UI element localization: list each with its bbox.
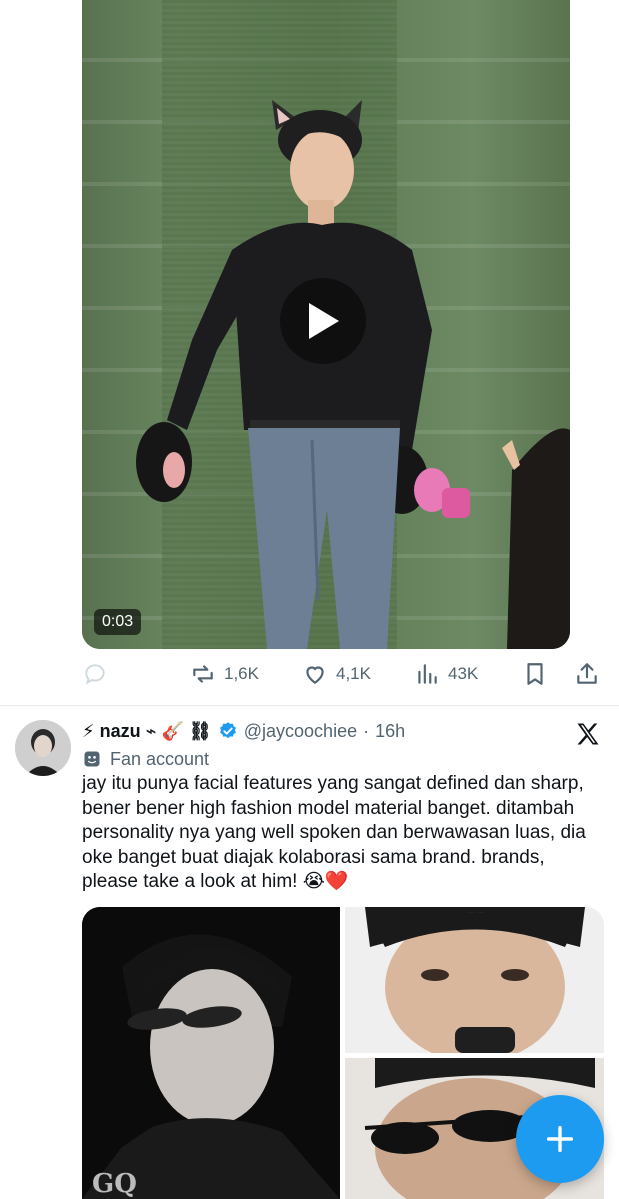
compose-button[interactable] bbox=[516, 1095, 604, 1183]
video-player[interactable]: 0:03 bbox=[82, 0, 570, 649]
account-label-text: Fan account bbox=[110, 748, 210, 769]
bookmark-button[interactable] bbox=[522, 652, 548, 696]
verified-badge-icon bbox=[219, 722, 236, 739]
repost-button[interactable]: 1,6K bbox=[190, 652, 259, 696]
views-icon bbox=[418, 664, 437, 684]
tweet-text: jay itu punya facial features yang sanga… bbox=[82, 773, 586, 892]
play-button[interactable] bbox=[280, 278, 366, 364]
tweet-timestamp[interactable]: 16h bbox=[375, 721, 405, 742]
display-name[interactable]: ⚡ nazu ⌁ 🎸 ⛓ bbox=[82, 721, 212, 742]
tweet-actions-bar: 1,6K 4,1K 43K bbox=[82, 652, 602, 696]
avatar-image bbox=[15, 720, 71, 776]
like-button[interactable]: 4,1K bbox=[302, 652, 371, 696]
x-logo-icon[interactable] bbox=[574, 720, 602, 748]
heart-icon bbox=[306, 666, 324, 684]
views-count: 43K bbox=[448, 664, 479, 683]
compose-plus-icon bbox=[546, 1125, 574, 1153]
video-duration: 0:03 bbox=[94, 609, 142, 635]
media-photo-2[interactable] bbox=[345, 907, 604, 1062]
user-handle[interactable]: @jaycoochiee bbox=[244, 721, 357, 742]
repost-count: 1,6K bbox=[224, 664, 259, 683]
like-count: 4,1K bbox=[336, 664, 371, 683]
magazine-logo: GQ bbox=[92, 1169, 137, 1199]
views-button[interactable]: 43K bbox=[414, 652, 478, 696]
share-button[interactable] bbox=[574, 652, 600, 696]
tweet-divider bbox=[0, 705, 619, 706]
avatar[interactable] bbox=[15, 720, 71, 776]
header-separator: · bbox=[363, 720, 370, 741]
repost-icon bbox=[193, 665, 213, 683]
share-icon bbox=[577, 663, 597, 684]
media-photo-1[interactable]: GQ bbox=[82, 907, 340, 1199]
reply-button[interactable] bbox=[82, 652, 108, 696]
media-photo-2-image bbox=[345, 907, 604, 1062]
reply-icon bbox=[85, 664, 105, 685]
play-icon bbox=[309, 303, 339, 339]
bookmark-icon bbox=[527, 663, 543, 685]
media-photo-1-image bbox=[82, 907, 340, 1199]
tweet-header: ⚡ nazu ⌁ 🎸 ⛓ @jaycoochiee · 16h bbox=[82, 718, 405, 744]
theater-mask-icon bbox=[84, 751, 100, 767]
account-label: Fan account bbox=[82, 746, 209, 772]
